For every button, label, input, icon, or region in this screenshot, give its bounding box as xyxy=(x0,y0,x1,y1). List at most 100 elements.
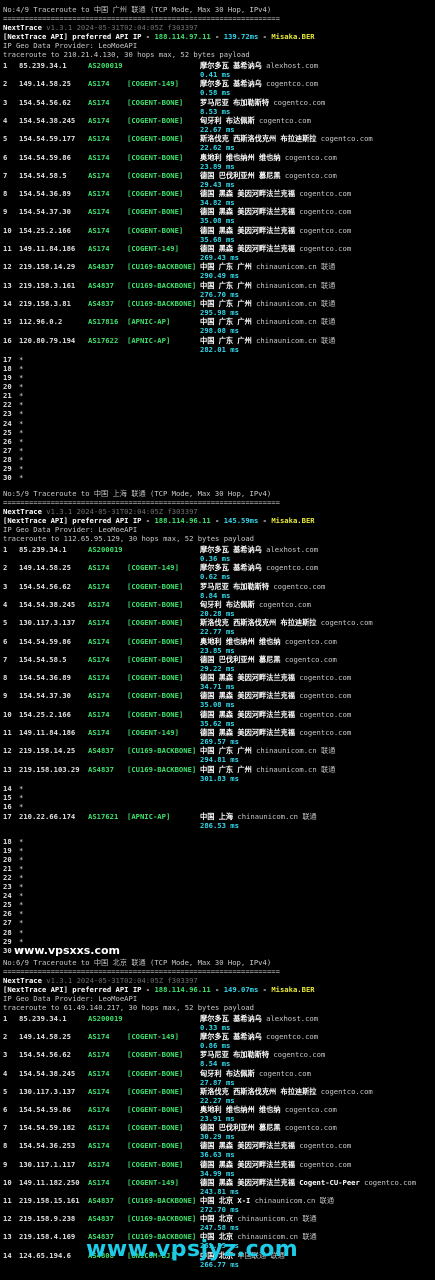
hop-host: alexhost.com xyxy=(266,1014,319,1023)
hop-latency: 27.87 ms xyxy=(200,1078,235,1087)
hop-latency: 269.57 ms xyxy=(200,737,239,746)
hop-row: 13 219.158.103.29 AS4837 [CU169-BACKBONE] 中国… xyxy=(3,765,432,783)
hop-location: 中国 广东 广州 chinaunicom.cn 联通 xyxy=(200,317,335,326)
hop-asn: AS4837 xyxy=(88,262,114,271)
hop-number: 8 xyxy=(3,189,8,198)
hop-latency: 34.99 ms xyxy=(200,1169,235,1178)
hop-row: 5 130.117.3.137 AS174 [COGENT-BONE] 斯洛伐克 西斯洛… xyxy=(3,618,432,636)
hop-row: 6 154.54.59.86 AS174 [COGENT-BONE] 奥地利 维也纳州 … xyxy=(3,637,432,655)
hop-row: 5 130.117.3.137 AS174 [COGENT-BONE] 斯洛伐克 西斯洛… xyxy=(3,1087,432,1105)
hop-latency: 8.53 ms xyxy=(200,107,231,116)
hop-ip: 154.54.58.5 xyxy=(19,171,67,180)
hop-timeout: * xyxy=(19,891,24,900)
hop-location-text: 摩尔多瓦 基希讷乌 xyxy=(200,563,262,572)
hop-row: 6 154.54.59.86 AS174 [COGENT-BONE] 奥地利 维也纳州 … xyxy=(3,153,432,171)
separator-line: ========================================… xyxy=(3,967,280,976)
hop-tag: [COGENT-BONE] xyxy=(127,171,184,180)
hop-asn: AS174 xyxy=(88,710,110,719)
hop-timeout: * xyxy=(19,409,24,418)
hop-number: 28 xyxy=(3,455,12,464)
hop-host: cogentco.com xyxy=(284,1123,337,1132)
hop-timeout: * xyxy=(19,864,24,873)
hop-tag: [COGENT-BONE] xyxy=(127,207,184,216)
hop-asn: AS174 xyxy=(88,728,110,737)
hop-host: cogentco.com xyxy=(284,637,337,646)
hop-host: chinaunicom.cn 联通 xyxy=(254,1196,335,1205)
hop-tag: [COGENT-149] xyxy=(127,728,179,737)
hop-location: 斯洛伐克 西斯洛伐克州 布拉迪斯拉 cogentco.com xyxy=(200,1087,373,1096)
hop-number: 9 xyxy=(3,1160,8,1169)
api-dash: - xyxy=(210,516,224,525)
api-pop: Misaka.BER xyxy=(271,516,315,525)
hop-asn: AS174 xyxy=(88,1123,110,1132)
api-dash2: - xyxy=(258,985,272,994)
hop-number: 20 xyxy=(3,855,12,864)
hop-location: 中国 广东 广州 chinaunicom.cn 联通 xyxy=(200,281,335,290)
hop-number: 25 xyxy=(3,428,12,437)
hop-location: 德国 黑森 美因河畔法兰克福 cogentco.com xyxy=(200,189,351,198)
hop-number: 4 xyxy=(3,116,8,125)
hop-ip: 219.158.15.161 xyxy=(19,1196,80,1205)
hop-ip: 149.14.58.25 xyxy=(19,79,71,88)
hop-row: 7 154.54.58.5 AS174 [COGENT-BONE] 德国 巴伐利亚州 慕… xyxy=(3,171,432,189)
hop-asn: AS4837 xyxy=(88,281,114,290)
hop-tag: [APNIC-AP] xyxy=(127,317,171,326)
api-prefix: [NextTrace API] preferred API IP - xyxy=(3,32,155,41)
hop-location: 摩尔多瓦 基希讷乌 cogentco.com xyxy=(200,79,318,88)
hop-number: 11 xyxy=(3,728,12,737)
hop-location: 德国 巴伐利亚州 慕尼黑 cogentco.com xyxy=(200,171,337,180)
hop-latency: 23.85 ms xyxy=(200,646,235,655)
hop-number: 3 xyxy=(3,582,8,591)
hop-location-text: 德国 巴伐利亚州 慕尼黑 xyxy=(200,1123,281,1132)
hop-location: 斯洛伐克 西斯洛伐克州 布拉迪斯拉 cogentco.com xyxy=(200,134,373,143)
api-pop: Misaka.BER xyxy=(271,985,315,994)
hop-row: 15 112.96.0.2 AS17816 [APNIC-AP] 中国 广东 广州 ch… xyxy=(3,317,432,335)
hop-timeout: * xyxy=(19,928,24,937)
hop-ip: 219.158.103.29 xyxy=(19,765,80,774)
traceroute-target: traceroute to 112.65.95.129, 30 hops max… xyxy=(3,534,254,543)
hop-asn: AS174 xyxy=(88,1032,110,1041)
hop-location-text: 摩尔多瓦 基希讷乌 xyxy=(200,545,262,554)
hop-row: 11 149.11.84.186 AS174 [COGENT-149] 德国 黑森 美因… xyxy=(3,244,432,262)
watermark-bottom: www.vpsjyz.com xyxy=(86,1237,299,1262)
api-pop: Misaka.BER xyxy=(271,32,315,41)
hop-host: chinaunicom.cn 联通 xyxy=(237,812,317,821)
hop-host: chinaunicom.cn 联通 xyxy=(256,765,336,774)
hop-number: 30 xyxy=(3,946,12,955)
hop-asn: AS200019 xyxy=(88,545,123,554)
hop-ip: 154.54.56.62 xyxy=(19,1050,71,1059)
hop-timeout: * xyxy=(19,846,24,855)
hop-tag: [COGENT-BONE] xyxy=(127,1105,184,1114)
hop-tag: [CU169-BACKBONE] xyxy=(127,262,197,271)
hop-asn: AS174 xyxy=(88,563,110,572)
hop-tag: [COGENT-BONE] xyxy=(127,691,184,700)
api-ip: 188.114.96.11 xyxy=(154,985,211,994)
hop-location-text: 斯洛伐克 西斯洛伐克州 布拉迪斯拉 xyxy=(200,1087,317,1096)
hop-asn: AS4837 xyxy=(88,746,114,755)
hop-latency: 34.82 ms xyxy=(200,198,235,207)
hop-timeout: * xyxy=(19,364,24,373)
hop-tag: [COGENT-BONE] xyxy=(127,116,184,125)
hop-number: 1 xyxy=(3,545,8,554)
hop-tag: [COGENT-BONE] xyxy=(127,655,184,664)
hop-latency: 8.54 ms xyxy=(200,1059,231,1068)
hop-location-text: 斯洛伐克 西斯洛伐克州 布拉迪斯拉 xyxy=(200,618,317,627)
hop-latency: 29.43 ms xyxy=(200,180,235,189)
hop-number: 23 xyxy=(3,882,12,891)
hop-row: 2 149.14.58.25 AS174 [COGENT-149] 摩尔多瓦 基希讷乌 … xyxy=(3,1032,432,1050)
hop-ip: 219.158.9.238 xyxy=(19,1214,76,1223)
hop-host: cogentco.com xyxy=(284,153,337,162)
hop-latency: 35.08 ms xyxy=(200,700,235,709)
hop-tag: [COGENT-BONE] xyxy=(127,618,184,627)
hop-asn: AS17622 xyxy=(88,336,119,345)
hop-asn: AS174 xyxy=(88,673,110,682)
hop-row: 17 210.22.66.174 AS17621 [APNIC-AP] 中国 上海 ch… xyxy=(3,812,432,830)
hop-tag: [COGENT-149] xyxy=(127,79,179,88)
hop-host: cogentco.com xyxy=(284,655,337,664)
hop-tag: [COGENT-BONE] xyxy=(127,582,184,591)
hop-host: cogentco.com xyxy=(320,134,373,143)
hop-host: cogentco.com xyxy=(320,1087,373,1096)
hop-location: 摩尔多瓦 基希讷乌 alexhost.com xyxy=(200,61,318,70)
hop-host: cogentco.com xyxy=(284,1105,337,1114)
hop-timeout: * xyxy=(19,437,24,446)
